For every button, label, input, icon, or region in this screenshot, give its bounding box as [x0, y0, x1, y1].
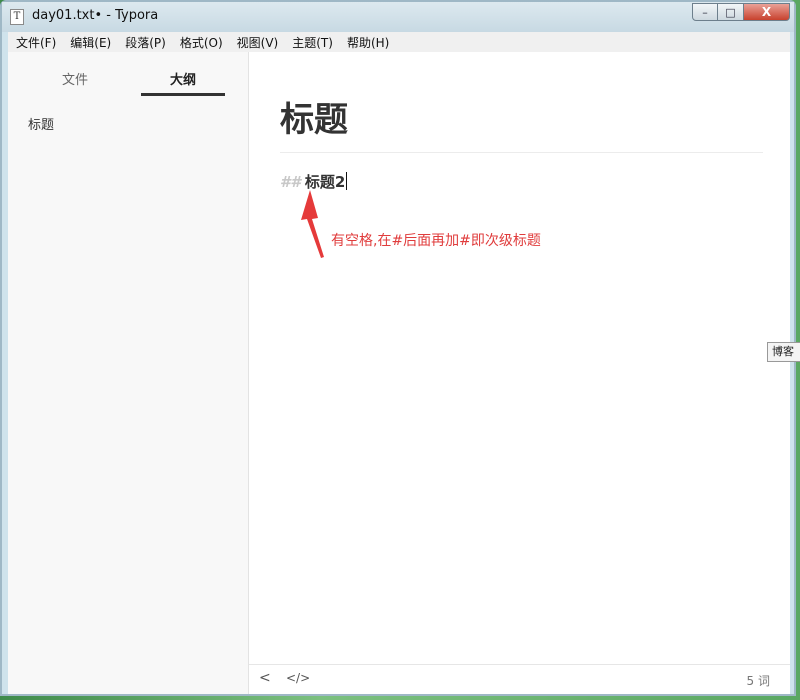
- heading-divider: [280, 152, 763, 153]
- close-icon: X: [761, 5, 772, 19]
- menu-view[interactable]: 视图(V): [230, 34, 286, 51]
- source-code-icon[interactable]: </>: [286, 671, 310, 685]
- app-client-area: 文件 大纲 标题 标题 ## 标题2 有空格,在#后面再加#即次级标题 < </>…: [8, 52, 790, 694]
- typora-app-icon: T: [10, 9, 24, 25]
- title-bar[interactable]: T day01.txt• - Typora – □ X: [2, 2, 794, 32]
- annotation-arrow-icon: [301, 190, 324, 258]
- window-controls: – □ X: [692, 3, 790, 23]
- heading-2-text[interactable]: 标题2: [305, 173, 345, 191]
- word-count[interactable]: 5 词: [747, 672, 770, 689]
- close-button[interactable]: X: [744, 3, 790, 21]
- menu-theme[interactable]: 主题(T): [285, 34, 340, 51]
- menu-format[interactable]: 格式(O): [173, 34, 230, 51]
- minimize-button[interactable]: –: [692, 3, 718, 21]
- tab-outline[interactable]: 大纲: [170, 69, 196, 88]
- heading-1[interactable]: 标题: [280, 98, 348, 142]
- typora-window: T day01.txt• - Typora – □ X 文件(F) 编辑(E) …: [0, 0, 796, 696]
- menu-file[interactable]: 文件(F): [8, 34, 63, 51]
- text-caret: [346, 172, 348, 190]
- heading-marker: ##: [280, 173, 301, 191]
- window-title: day01.txt• - Typora: [32, 8, 159, 23]
- maximize-icon: □: [725, 5, 736, 19]
- maximize-button[interactable]: □: [718, 3, 744, 21]
- active-tab-indicator: [141, 93, 225, 96]
- annotation-note: 有空格,在#后面再加#即次级标题: [331, 233, 541, 249]
- minimize-icon: –: [702, 5, 708, 19]
- tab-files[interactable]: 文件: [62, 69, 88, 88]
- sidebar: 文件 大纲 标题: [8, 52, 249, 694]
- menu-paragraph[interactable]: 段落(P): [118, 34, 173, 51]
- menu-bar: 文件(F) 编辑(E) 段落(P) 格式(O) 视图(V) 主题(T) 帮助(H…: [8, 32, 790, 52]
- status-bar: < </> 5 词: [249, 664, 790, 694]
- menu-help[interactable]: 帮助(H): [340, 34, 396, 51]
- back-icon[interactable]: <: [259, 670, 271, 686]
- menu-edit[interactable]: 编辑(E): [63, 34, 118, 51]
- outline-item[interactable]: 标题: [28, 114, 54, 133]
- editor-pane[interactable]: 标题 ## 标题2 有空格,在#后面再加#即次级标题 < </> 5 词: [249, 52, 790, 694]
- tooltip: 博客: [767, 342, 800, 362]
- heading-2-line[interactable]: ## 标题2: [280, 172, 348, 192]
